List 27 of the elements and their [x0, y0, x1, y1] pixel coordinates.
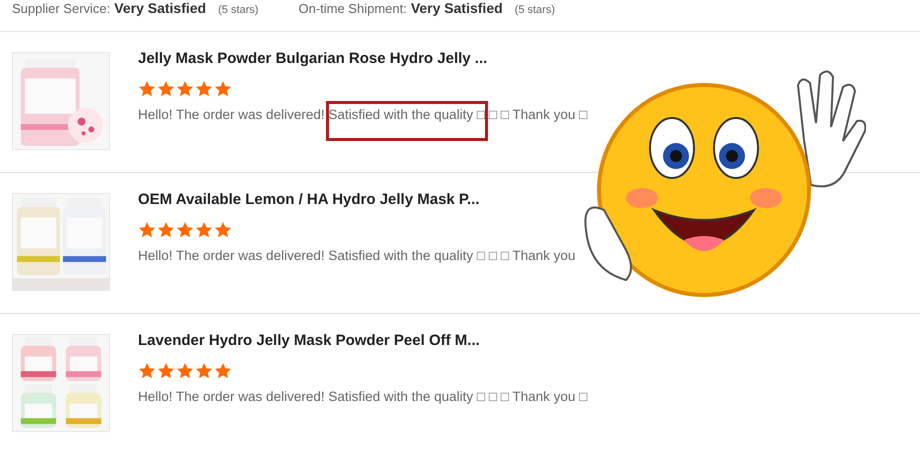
star-icon	[138, 362, 156, 380]
star-icon	[195, 362, 213, 380]
star-icon	[214, 362, 232, 380]
star-icon	[157, 362, 175, 380]
star-icon	[138, 221, 156, 239]
star-icon	[176, 362, 194, 380]
review-text: Hello! The order was delivered! Satisfied with the quality □ □ □ Thank you □	[138, 388, 588, 406]
star-icon	[176, 221, 194, 239]
star-icon	[214, 221, 232, 239]
review-text: Hello! The order was delivered! Satisfied with the quality □ □ □ Thank you □	[138, 106, 588, 124]
rating-count: (5 stars)	[218, 3, 258, 18]
star-icon	[157, 80, 175, 98]
product-title[interactable]: OEM Available Lemon / HA Hydro Jelly Mask P...	[138, 191, 576, 209]
rating-count: (5 stars)	[514, 3, 555, 18]
rating-value: Very Satisfied	[410, 0, 503, 18]
star-icon	[138, 80, 156, 98]
rating-value: Very Satisfied	[114, 0, 206, 18]
product-title[interactable]: Jelly Mask Powder Bulgarian Rose Hydro Jelly ...	[138, 50, 588, 68]
star-icon	[176, 80, 194, 98]
product-title[interactable]: Lavender Hydro Jelly Mask Powder Peel Off M...	[138, 332, 588, 350]
star-icon	[157, 221, 175, 239]
star-icon	[214, 80, 232, 98]
rating-label: Supplier Service:	[12, 0, 110, 18]
star-icon	[195, 221, 213, 239]
rating-label: On-time Shipment:	[298, 0, 407, 18]
review-text: Hello! The order was delivered! Satisfied with the quality □ □ □ Thank you	[138, 247, 576, 265]
star-icon	[195, 80, 213, 98]
